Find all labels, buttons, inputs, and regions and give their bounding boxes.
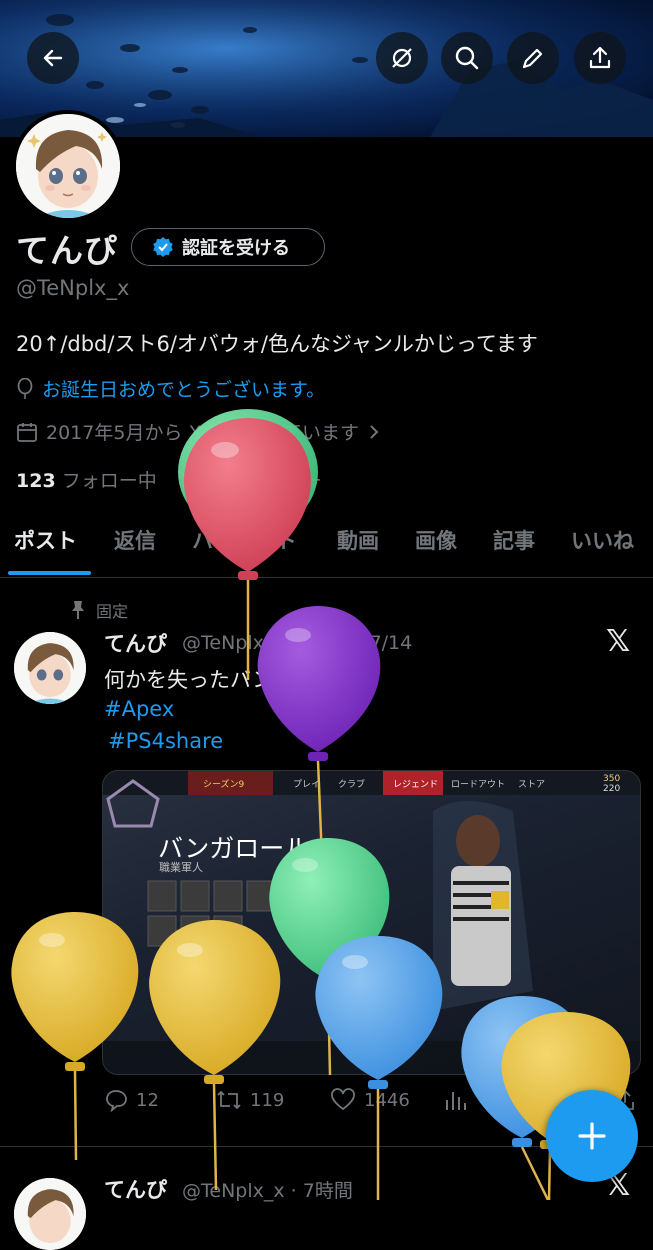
like-button[interactable]: 1446	[330, 1088, 410, 1112]
currency-1: 350	[603, 774, 621, 784]
profile-name: てんぴ	[16, 231, 118, 270]
following-count: 123	[16, 470, 56, 492]
tab-videos[interactable]: 動画	[337, 525, 379, 555]
avatar-illustration	[14, 1178, 86, 1250]
tab-highlights[interactable]: ハイライト	[192, 525, 297, 555]
x-logo-icon: 𝕏	[606, 624, 631, 659]
tab-images[interactable]: 画像	[415, 525, 457, 555]
avatar-illustration	[16, 114, 120, 218]
active-tab-indicator	[8, 571, 91, 575]
reply-icon	[106, 1090, 127, 1112]
menu-club: クラブ	[338, 780, 366, 790]
edit-icon	[522, 48, 543, 69]
search-button[interactable]	[441, 32, 493, 84]
following-label: フォロー中	[61, 470, 157, 492]
follow-stats: 123 フォロー中 131 フォロワー	[16, 466, 322, 493]
hashtag-apex[interactable]: #Apex	[104, 697, 174, 721]
hide-icon	[392, 48, 412, 68]
joined-line[interactable]: 2017年5月から X を利用しています	[16, 418, 381, 445]
hide-button[interactable]	[376, 32, 428, 84]
profile-bio: 20↑/dbd/スト6/オバウォ/色んなジャンルかじってます	[16, 332, 538, 356]
birthday-line: お誕生日おめでとうございます。	[16, 375, 325, 402]
season-label: シーズン9	[203, 780, 245, 790]
pin-icon	[72, 601, 84, 619]
menu-play: プレイ	[293, 780, 321, 790]
views-button[interactable]	[444, 1088, 466, 1112]
compose-post-button[interactable]	[546, 1090, 638, 1182]
avatar-illustration	[14, 632, 86, 704]
followers-label: フォロワー	[226, 470, 322, 492]
reply-count: 12	[136, 1089, 159, 1111]
post-author-name[interactable]: てんぴ	[104, 628, 167, 658]
get-verified-label: 認証を受ける	[182, 238, 290, 259]
post-meta: @TeNplx_x · 2021/07/14	[182, 632, 413, 654]
calendar-icon	[17, 422, 37, 442]
get-verified-button[interactable]: 認証を受ける	[131, 228, 325, 266]
profile-handle: @TeNplx_x	[16, 276, 130, 300]
post2-meta: @TeNplx_x · 7時間	[182, 1180, 353, 1202]
game-screenshot	[103, 771, 640, 1074]
tab-replies[interactable]: 返信	[114, 525, 156, 555]
menu-loadout: ロードアウト	[451, 780, 506, 790]
joined-text: 2017年5月から X を利用しています	[46, 422, 359, 444]
search-icon	[455, 46, 479, 70]
legend-class: 職業軍人	[159, 861, 203, 874]
share-icon	[589, 46, 611, 69]
post-text: 何かを失ったバンガロール	[104, 668, 358, 692]
following-link[interactable]: 123 フォロー中	[16, 470, 157, 492]
followers-count: 131	[180, 470, 221, 492]
back-button[interactable]	[27, 32, 79, 84]
post-media-image[interactable]: シーズン9 プレイ クラブ レジェンド ロードアウト ストア 350 220 バ…	[102, 770, 641, 1075]
pinned-label: 固定	[96, 602, 129, 621]
plus-icon	[578, 1122, 606, 1150]
currency-2: 220	[603, 784, 621, 794]
pinned-indicator: 固定	[70, 598, 128, 622]
hashtag-ps4share[interactable]: #PS4share	[108, 729, 223, 753]
tab-articles[interactable]: 記事	[493, 525, 535, 555]
menu-legend: レジェンド	[393, 780, 439, 790]
post2-avatar[interactable]	[14, 1178, 86, 1250]
balloon-icon	[17, 377, 33, 399]
menu-store: ストア	[518, 780, 546, 790]
views-bar-chart-icon	[446, 1092, 466, 1110]
followers-link[interactable]: 131 フォロワー	[181, 470, 322, 492]
share-button[interactable]	[574, 32, 626, 84]
repost-count: 119	[250, 1089, 285, 1111]
heart-icon	[331, 1088, 355, 1111]
like-count: 1446	[364, 1089, 410, 1111]
verified-badge-icon	[153, 237, 173, 257]
birthday-text[interactable]: お誕生日おめでとうございます。	[42, 375, 325, 402]
reply-button[interactable]: 12	[104, 1088, 159, 1112]
repost-icon	[217, 1090, 241, 1110]
arrow-left-icon	[43, 49, 63, 67]
repost-button[interactable]: 119	[216, 1088, 284, 1112]
post-avatar[interactable]	[14, 632, 86, 704]
tab-posts[interactable]: ポスト	[14, 525, 77, 555]
profile-avatar[interactable]	[12, 110, 124, 222]
profile-tabs: ポスト 返信 ハイライト 動画 画像 記事 いいね	[0, 517, 653, 578]
edit-button[interactable]	[507, 32, 559, 84]
chevron-right-icon	[370, 424, 379, 439]
tab-likes[interactable]: いいね	[571, 525, 634, 555]
